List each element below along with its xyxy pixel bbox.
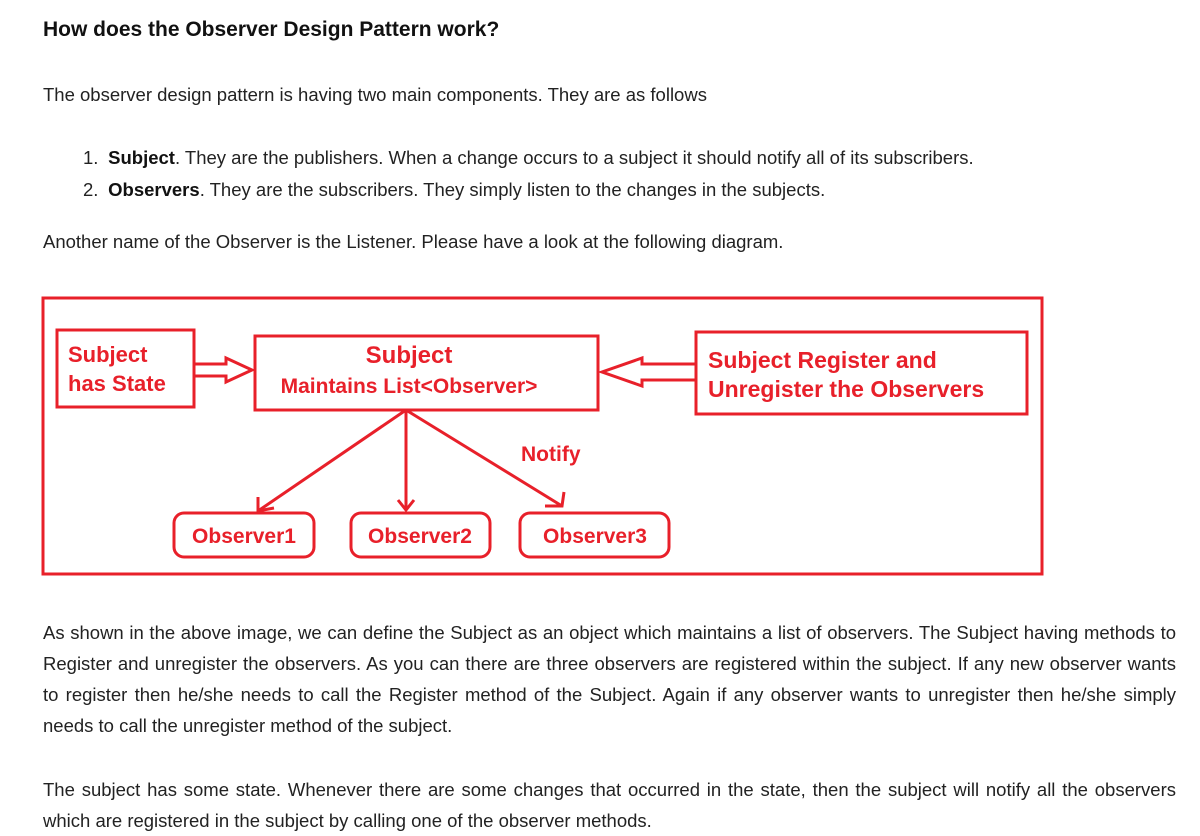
state-box-line2: has State [68, 371, 166, 396]
list-term: Observers [108, 179, 200, 200]
page-heading: How does the Observer Design Pattern wor… [43, 18, 500, 41]
list-desc: . They are the publishers. When a change… [174, 147, 974, 168]
list-term: Subject [108, 147, 175, 168]
observer-label: Observer1 [192, 525, 296, 548]
notify-line [257, 408, 407, 513]
explanation-paragraph: As shown in the above image, we can defi… [43, 622, 1176, 736]
observer-diagram: Subject has State Subject Maintains List… [41, 296, 1044, 576]
register-box-line1: Subject Register and [708, 347, 937, 373]
state-box-line1: Subject [68, 342, 148, 367]
list-item: 2. Observers. They are the subscribers. … [83, 174, 974, 206]
observer-label: Observer2 [368, 525, 472, 548]
register-arrow [597, 355, 698, 389]
list-desc: . They are the subscribers. They simply … [199, 179, 826, 200]
list-number: 1. [83, 147, 99, 168]
components-list: 1. Subject. They are the publishers. Whe… [83, 142, 974, 206]
list-item: 1. Subject. They are the publishers. Whe… [83, 142, 974, 174]
state-arrow [192, 355, 256, 385]
subject-box-subtitle: Maintains List<Observer> [281, 375, 538, 398]
diagram-intro-paragraph: Another name of the Observer is the List… [43, 231, 784, 252]
notify-label: Notify [521, 443, 581, 466]
state-paragraph: The subject has some state. Whenever the… [43, 779, 1176, 831]
intro-paragraph: The observer design pattern is having tw… [43, 84, 707, 105]
list-number: 2. [83, 179, 99, 200]
register-box-line2: Unregister the Observers [708, 376, 984, 402]
observer-label: Observer3 [543, 525, 647, 548]
subject-box-title: Subject [366, 342, 453, 369]
